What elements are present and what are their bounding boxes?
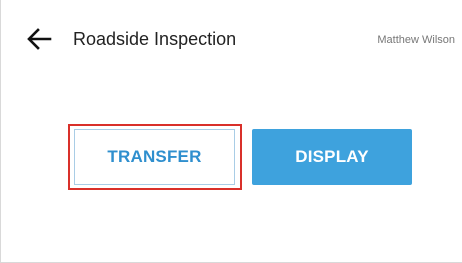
back-button[interactable] xyxy=(25,25,53,53)
user-name: Matthew Wilson xyxy=(377,34,455,46)
page-title: Roadside Inspection xyxy=(73,29,237,49)
header: Roadside Inspection Matthew Wilson xyxy=(1,0,462,80)
app-screen: Roadside Inspection Matthew Wilson TRANS… xyxy=(0,0,462,263)
display-button[interactable]: DISPLAY xyxy=(252,129,412,185)
arrow-left-icon xyxy=(27,28,52,50)
transfer-button[interactable]: TRANSFER xyxy=(74,129,235,185)
